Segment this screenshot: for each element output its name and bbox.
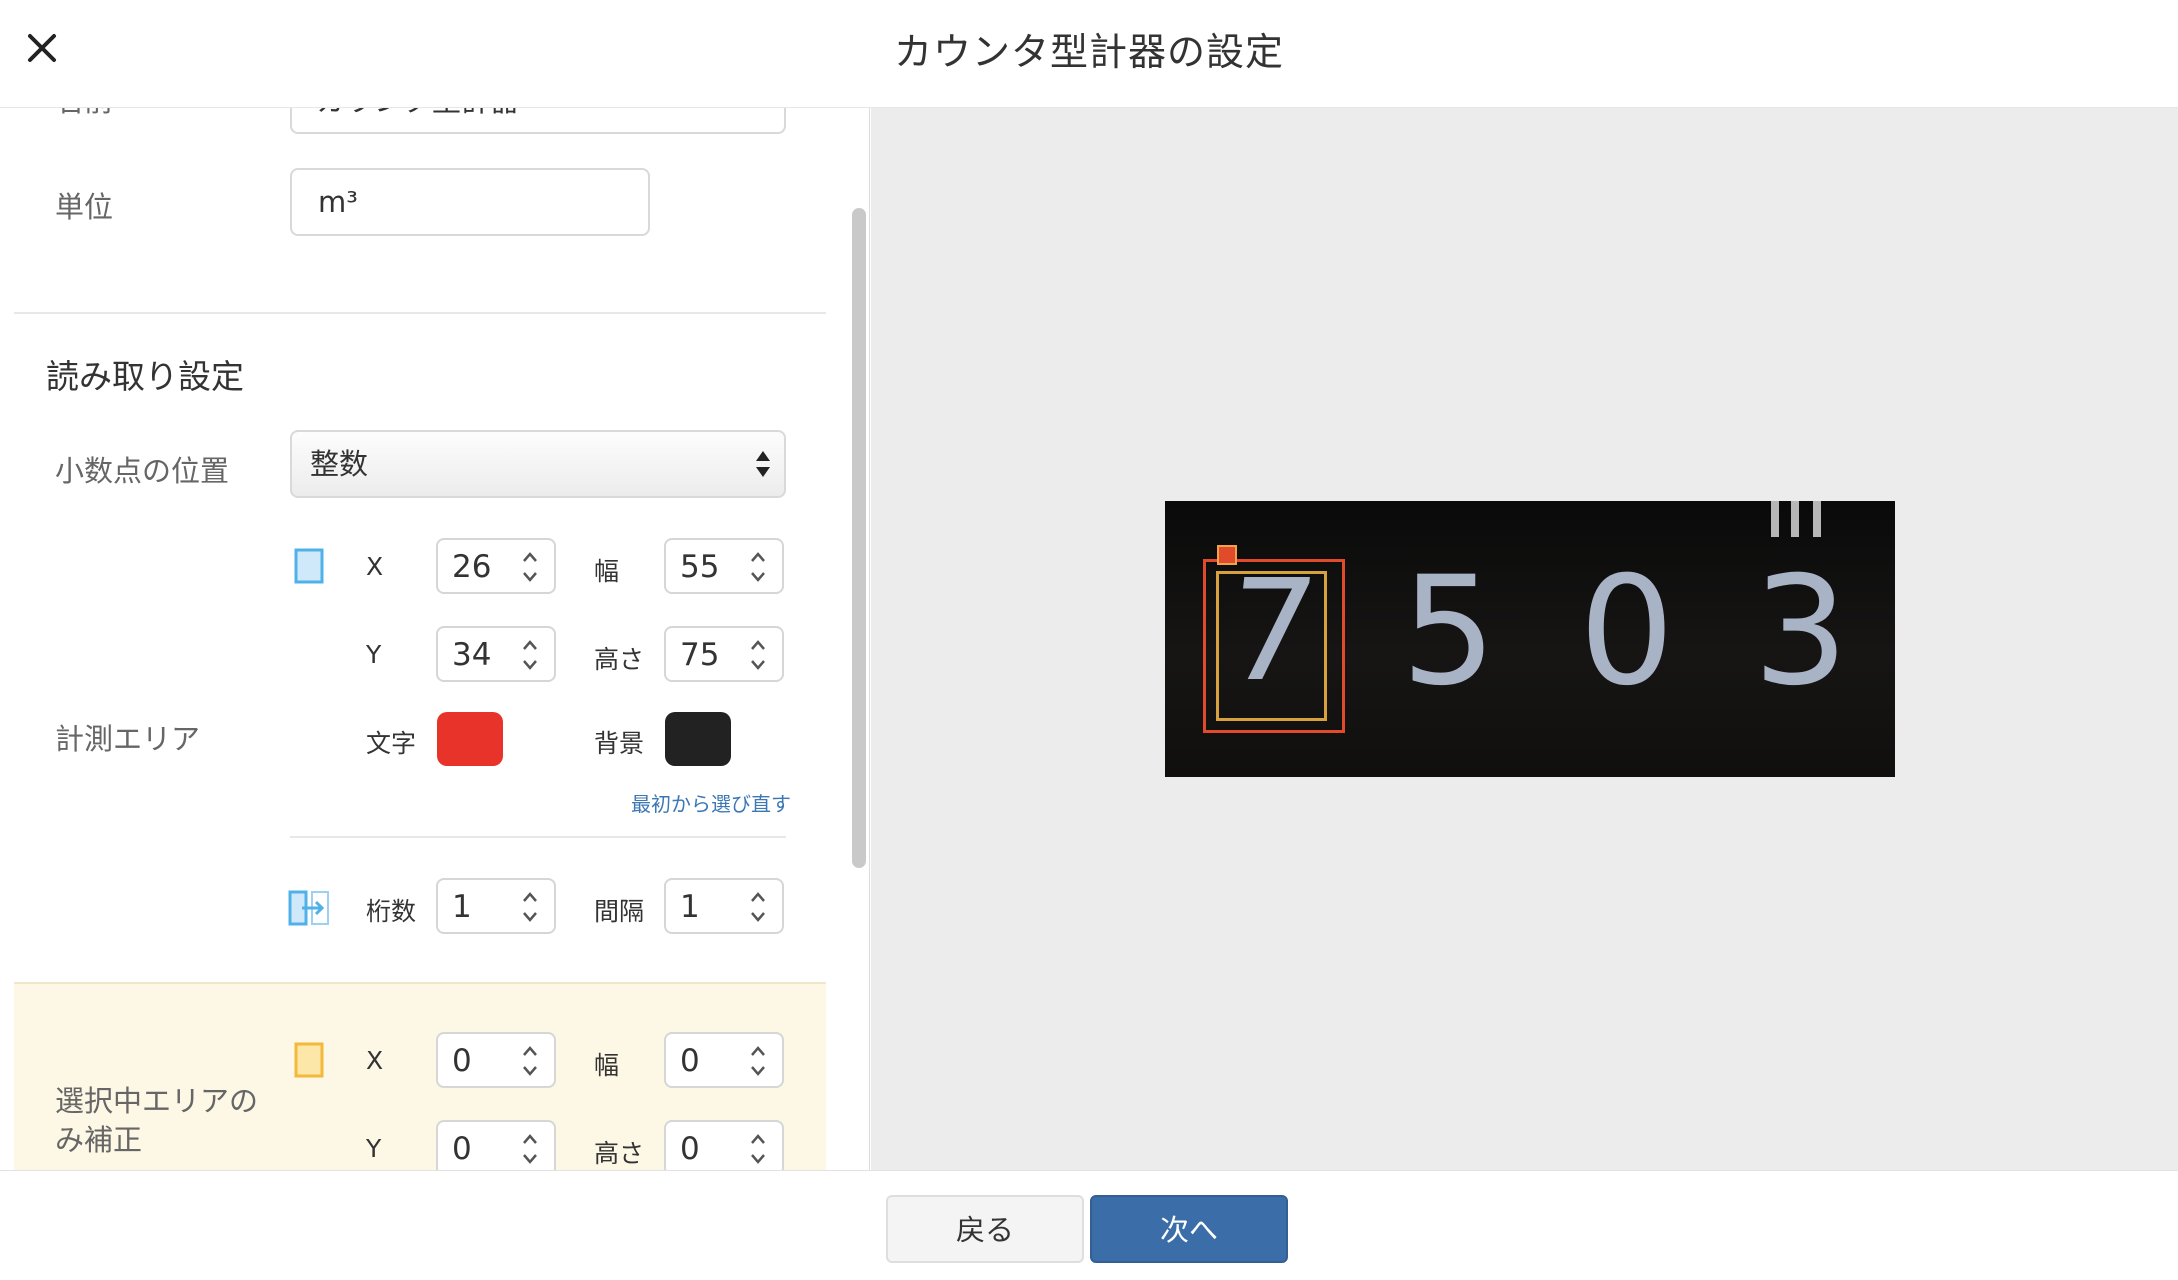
meter-tick [1791, 501, 1799, 537]
stepper-icon[interactable] [520, 1042, 540, 1080]
interval-value: 1 [680, 889, 700, 925]
meter-digit: 5 [1401, 545, 1497, 719]
stepper-icon[interactable] [520, 548, 540, 586]
section-title-reading: 読み取り設定 [46, 357, 244, 396]
stepper-icon[interactable] [520, 1130, 540, 1168]
back-button[interactable]: 戻る [886, 1195, 1084, 1263]
settings-panel[interactable]: 名前 カウンタ型計器 単位 m³ 読み取り設定 小数点の位置 整数 X 26 幅… [0, 108, 870, 1170]
height-input[interactable]: 75 [664, 626, 784, 682]
stepper-icon[interactable] [748, 636, 768, 674]
meter-tick [1813, 501, 1821, 537]
selection-resize-handle[interactable] [1217, 545, 1237, 565]
next-button[interactable]: 次へ [1090, 1195, 1288, 1263]
y-input[interactable]: 34 [436, 626, 556, 682]
x-input[interactable]: 26 [436, 538, 556, 594]
meter-digit: 3 [1753, 545, 1849, 719]
correction-height-label: 高さ [594, 1139, 645, 1168]
correction-width-value: 0 [680, 1043, 700, 1079]
width-label: 幅 [594, 557, 620, 586]
digits-input[interactable]: 1 [436, 878, 556, 934]
measure-area-label: 計測エリア [55, 722, 201, 756]
correction-y-value: 0 [452, 1131, 472, 1167]
stepper-icon[interactable] [748, 548, 768, 586]
correction-x-value: 0 [452, 1043, 472, 1079]
digits-value: 1 [452, 889, 472, 925]
digits-label: 桁数 [366, 897, 417, 926]
stepper-icon[interactable] [748, 1130, 768, 1168]
selection-inner-box[interactable] [1216, 571, 1327, 721]
correction-y-label: Y [366, 1134, 382, 1163]
width-value: 55 [680, 549, 720, 585]
header-bar: カウンタ型計器の設定 [0, 0, 2178, 108]
name-label: 名前 [55, 108, 113, 120]
meter-tick [1771, 501, 1779, 537]
correction-x-input[interactable]: 0 [436, 1032, 556, 1088]
correction-height-value: 0 [680, 1131, 700, 1167]
bg-color-label: 背景 [594, 729, 645, 758]
decimal-select[interactable]: 整数 [290, 430, 786, 498]
digit-repeat-icon [288, 888, 332, 932]
height-value: 75 [680, 637, 720, 673]
y-label: Y [366, 640, 382, 669]
bg-color-swatch[interactable] [665, 712, 731, 766]
meter-image[interactable]: 7 5 0 3 [1165, 501, 1895, 777]
unit-field[interactable]: m³ [290, 168, 650, 236]
char-color-label: 文字 [366, 729, 417, 758]
correction-label: 選択中エリアのみ補正 [55, 1084, 259, 1157]
correction-area-icon [294, 1042, 324, 1082]
section-divider [14, 312, 826, 314]
stepper-icon[interactable] [520, 636, 540, 674]
close-button[interactable] [22, 28, 62, 68]
unit-label: 単位 [55, 190, 114, 224]
height-label: 高さ [594, 645, 645, 674]
page-title: カウンタ型計器の設定 [893, 30, 1284, 74]
close-icon [28, 34, 56, 62]
area-divider [290, 836, 786, 838]
y-value: 34 [452, 637, 492, 673]
x-value: 26 [452, 549, 492, 585]
meter-digit: 0 [1579, 545, 1675, 719]
correction-width-label: 幅 [594, 1051, 620, 1080]
measure-area-icon [294, 548, 324, 588]
decimal-label: 小数点の位置 [55, 454, 230, 488]
char-color-swatch[interactable] [437, 712, 503, 766]
select-arrows-icon [756, 451, 770, 477]
x-label: X [366, 552, 384, 581]
correction-height-input[interactable]: 0 [664, 1120, 784, 1170]
name-field[interactable]: カウンタ型計器 [290, 108, 786, 134]
preview-area: 7 5 0 3 [871, 108, 2178, 1170]
interval-label: 間隔 [594, 897, 645, 926]
stepper-icon[interactable] [520, 888, 540, 926]
reselect-link[interactable]: 最初から選び直す [631, 788, 791, 817]
correction-width-input[interactable]: 0 [664, 1032, 784, 1088]
correction-y-input[interactable]: 0 [436, 1120, 556, 1170]
stepper-icon[interactable] [748, 1042, 768, 1080]
stepper-icon[interactable] [748, 888, 768, 926]
width-input[interactable]: 55 [664, 538, 784, 594]
correction-x-label: X [366, 1046, 384, 1075]
footer-bar: 戻る 次へ [0, 1170, 2178, 1280]
decimal-select-value: 整数 [310, 447, 369, 481]
interval-input[interactable]: 1 [664, 878, 784, 934]
panel-scrollbar[interactable] [852, 208, 866, 868]
